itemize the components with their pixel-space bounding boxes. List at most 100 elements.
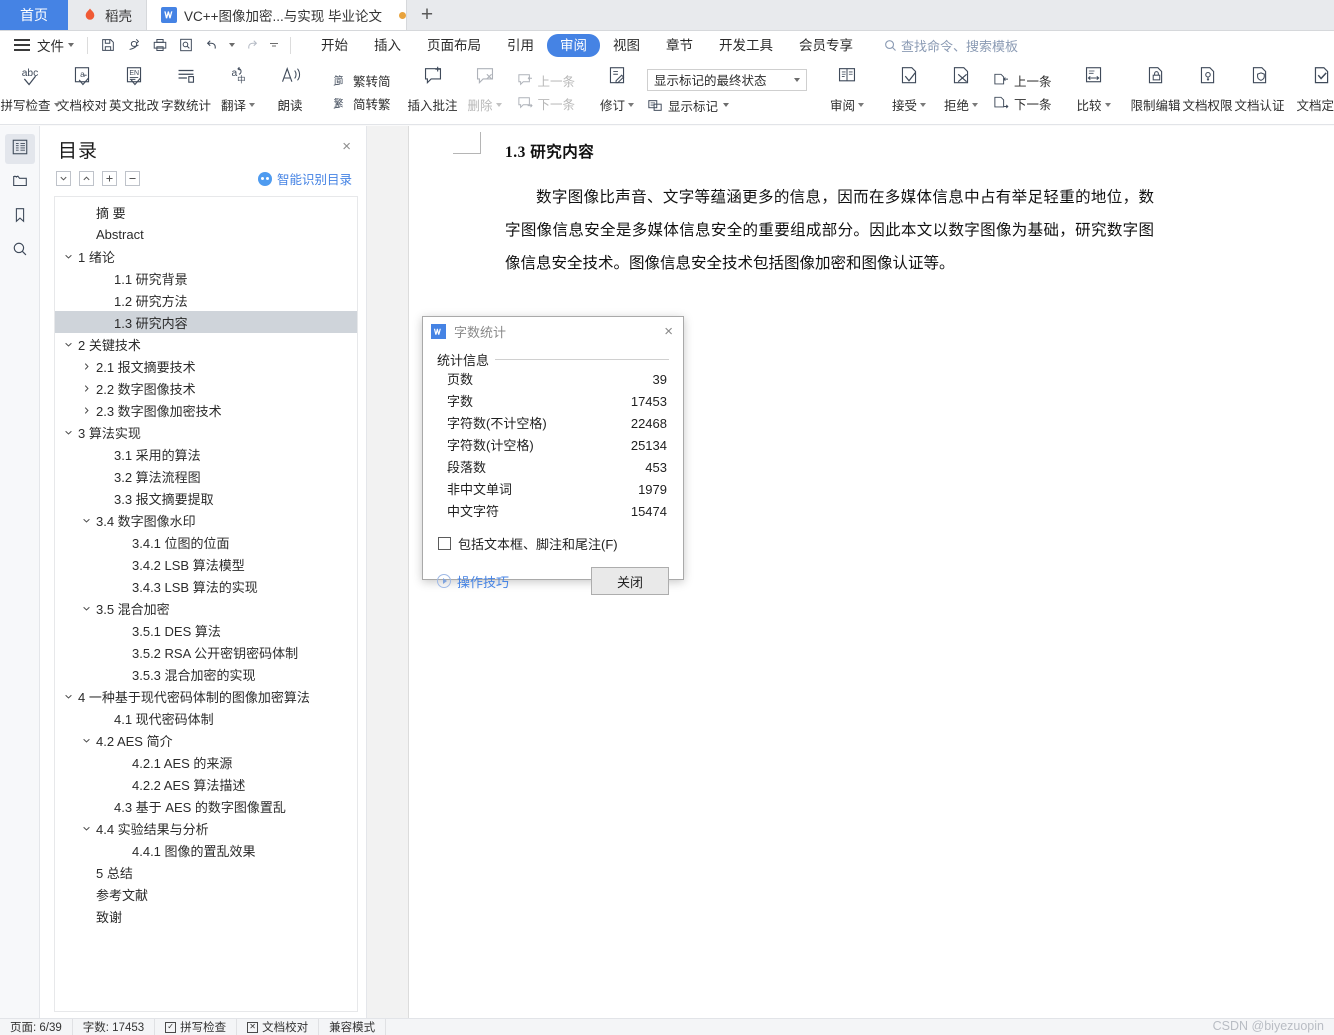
ribbon-tab-view[interactable]: 视图 xyxy=(600,34,653,57)
ribbon-button-read-aloud[interactable]: 朗读 xyxy=(264,59,316,124)
rail-search-button[interactable] xyxy=(5,236,35,266)
ribbon-button-en-correct[interactable]: EN 英文批改 xyxy=(108,59,160,124)
status-word-count[interactable]: 字数: 17453 xyxy=(73,1019,156,1035)
ribbon-button-doc-certify[interactable]: 文档认证 xyxy=(1234,59,1286,124)
ribbon-button-translate[interactable]: a中 翻译 xyxy=(212,59,264,124)
toc-item[interactable]: 3.2 算法流程图 xyxy=(55,465,357,487)
toc-item[interactable]: 2.1 报文摘要技术 xyxy=(55,355,357,377)
word-count-dialog[interactable]: 字数统计 × 统计信息 页数 39 字数 17453 字符数(不计空格) 22468 字符数… xyxy=(422,316,684,595)
toc-collapse-down-button[interactable] xyxy=(56,171,71,186)
chevron-right-icon[interactable] xyxy=(79,406,93,415)
toc-item[interactable]: 1 绪论 xyxy=(55,245,357,267)
ribbon-tab-start[interactable]: 开始 xyxy=(308,34,361,57)
tab-document[interactable]: VC++图像加密...与实现 毕业论文 xyxy=(147,0,407,30)
toc-item[interactable]: 4.2 AES 简介 xyxy=(55,729,357,751)
command-search[interactable]: 查找命令、搜索模板 xyxy=(884,36,1018,55)
ribbon-tab-review[interactable]: 审阅 xyxy=(547,33,600,57)
toc-list[interactable]: 摘 要 Abstract 1 绪论 1.1 研究背景 1.2 研究方法 1.3 研究内容 2… xyxy=(54,196,358,1012)
toc-item[interactable]: 4.3 基于 AES 的数字图像置乱 xyxy=(55,795,357,817)
toc-item[interactable]: 3.4.1 位图的位面 xyxy=(55,531,357,553)
ribbon-button-delete-comment[interactable]: 删除 xyxy=(459,59,511,124)
status-doc-proof[interactable]: ✕ 文档校对 xyxy=(237,1019,320,1035)
toc-item[interactable]: 3.5.2 RSA 公开密钥密码体制 xyxy=(55,641,357,663)
toc-item[interactable]: 2.3 数字图像加密技术 xyxy=(55,399,357,421)
status-spellcheck[interactable]: ✓ 拼写检查 xyxy=(155,1019,238,1035)
ribbon-button-next-change[interactable]: 下一条 xyxy=(993,94,1052,113)
toc-item[interactable]: 致谢 xyxy=(55,905,357,927)
ribbon-button-doc-permission[interactable]: 文档权限 xyxy=(1182,59,1234,124)
chevron-right-icon[interactable] xyxy=(79,362,93,371)
toc-item[interactable]: 4.4 实验结果与分析 xyxy=(55,817,357,839)
toc-item[interactable]: 4.4.1 图像的置乱效果 xyxy=(55,839,357,861)
toc-item[interactable]: 4 一种基于现代密码体制的图像加密算法 xyxy=(55,685,357,707)
toc-item[interactable]: Abstract xyxy=(55,223,357,245)
toc-item[interactable]: 3.1 采用的算法 xyxy=(55,443,357,465)
chevron-right-icon[interactable] xyxy=(79,384,93,393)
ribbon-button-review-pane[interactable]: 审阅 xyxy=(821,59,873,124)
ribbon-tab-page-layout[interactable]: 页面布局 xyxy=(414,34,494,57)
chevron-down-icon[interactable] xyxy=(61,252,75,261)
ribbon-button-reject[interactable]: 拒绝 xyxy=(935,59,987,124)
toc-item[interactable]: 3.4.3 LSB 算法的实现 xyxy=(55,575,357,597)
ribbon-button-track-changes[interactable]: 修订 xyxy=(591,59,643,124)
markup-display-select[interactable]: 显示标记的最终状态 xyxy=(647,68,808,91)
toc-item[interactable]: 3.3 报文摘要提取 xyxy=(55,487,357,509)
ribbon-button-simp-to-trad[interactable]: 繁 简转繁 xyxy=(332,94,391,113)
status-compat-mode[interactable]: 兼容模式 xyxy=(319,1019,387,1035)
ribbon-tab-developer[interactable]: 开发工具 xyxy=(706,34,786,57)
toc-item[interactable]: 摘 要 xyxy=(55,201,357,223)
toc-collapse-all-button[interactable] xyxy=(125,171,140,186)
toc-item[interactable]: 5 总结 xyxy=(55,861,357,883)
save-icon[interactable] xyxy=(95,34,121,56)
ribbon-button-doc-finalize[interactable]: 文档定稿 xyxy=(1296,59,1334,124)
tab-docer[interactable]: 稻壳 xyxy=(68,0,147,30)
chevron-down-icon[interactable] xyxy=(79,604,93,613)
new-tab-button[interactable]: + xyxy=(407,0,447,30)
customize-quick-access-icon[interactable] xyxy=(265,34,283,56)
ribbon-tab-insert[interactable]: 插入 xyxy=(361,34,414,57)
ribbon-button-insert-comment[interactable]: 插入批注 xyxy=(407,59,459,124)
print-preview-icon[interactable] xyxy=(173,34,199,56)
ribbon-tab-references[interactable]: 引用 xyxy=(494,34,547,57)
dialog-close-icon[interactable]: × xyxy=(660,322,677,341)
toc-item[interactable]: 3.5 混合加密 xyxy=(55,597,357,619)
ribbon-button-show-markup[interactable]: 显示标记 xyxy=(647,96,807,115)
toc-item[interactable]: 4.1 现代密码体制 xyxy=(55,707,357,729)
toc-item[interactable]: 4.2.2 AES 算法描述 xyxy=(55,773,357,795)
save-as-icon[interactable] xyxy=(121,34,147,56)
status-page[interactable]: 页面: 6/39 xyxy=(0,1019,73,1035)
dialog-close-button[interactable]: 关闭 xyxy=(591,567,669,595)
ribbon-button-doc-proof[interactable]: a 文档校对 xyxy=(56,59,108,124)
ribbon-tab-section[interactable]: 章节 xyxy=(653,34,706,57)
chevron-down-icon[interactable] xyxy=(61,428,75,437)
redo-icon[interactable] xyxy=(239,34,265,56)
tab-home[interactable]: 首页 xyxy=(0,0,68,30)
ribbon-button-restrict-edit[interactable]: 限制编辑 xyxy=(1130,59,1182,124)
toc-item[interactable]: 3.5.3 混合加密的实现 xyxy=(55,663,357,685)
smart-toc-button[interactable]: 智能识别目录 xyxy=(257,169,352,188)
toc-item[interactable]: 3 算法实现 xyxy=(55,421,357,443)
include-textbox-checkbox-row[interactable]: 包括文本框、脚注和尾注(F) xyxy=(437,534,669,553)
ribbon-button-next-comment[interactable]: 下一条 xyxy=(517,94,575,113)
chevron-down-icon[interactable] xyxy=(61,692,75,701)
include-textbox-checkbox[interactable] xyxy=(438,537,451,550)
print-icon[interactable] xyxy=(147,34,173,56)
ribbon-button-compare[interactable]: 比较 xyxy=(1068,59,1120,124)
undo-dropdown-icon[interactable] xyxy=(225,34,239,56)
toc-item[interactable]: 1.1 研究背景 xyxy=(55,267,357,289)
toc-close-button[interactable]: × xyxy=(339,136,354,157)
toc-item[interactable]: 4.2.1 AES 的来源 xyxy=(55,751,357,773)
rail-outline-button[interactable] xyxy=(4,134,35,164)
undo-icon[interactable] xyxy=(199,34,225,56)
rail-bookmark-button[interactable] xyxy=(5,202,35,232)
tips-link[interactable]: 操作技巧 xyxy=(437,572,509,591)
ribbon-tab-member[interactable]: 会员专享 xyxy=(786,34,866,57)
dialog-title-bar[interactable]: 字数统计 × xyxy=(423,317,683,345)
ribbon-button-word-count[interactable]: 字数统计 xyxy=(160,59,212,124)
toc-item[interactable]: 2 关键技术 xyxy=(55,333,357,355)
toc-item[interactable]: 1.3 研究内容 xyxy=(55,311,357,333)
chevron-down-icon[interactable] xyxy=(79,736,93,745)
toc-item[interactable]: 3.4 数字图像水印 xyxy=(55,509,357,531)
chevron-down-icon[interactable] xyxy=(61,340,75,349)
rail-folder-button[interactable] xyxy=(5,168,35,198)
